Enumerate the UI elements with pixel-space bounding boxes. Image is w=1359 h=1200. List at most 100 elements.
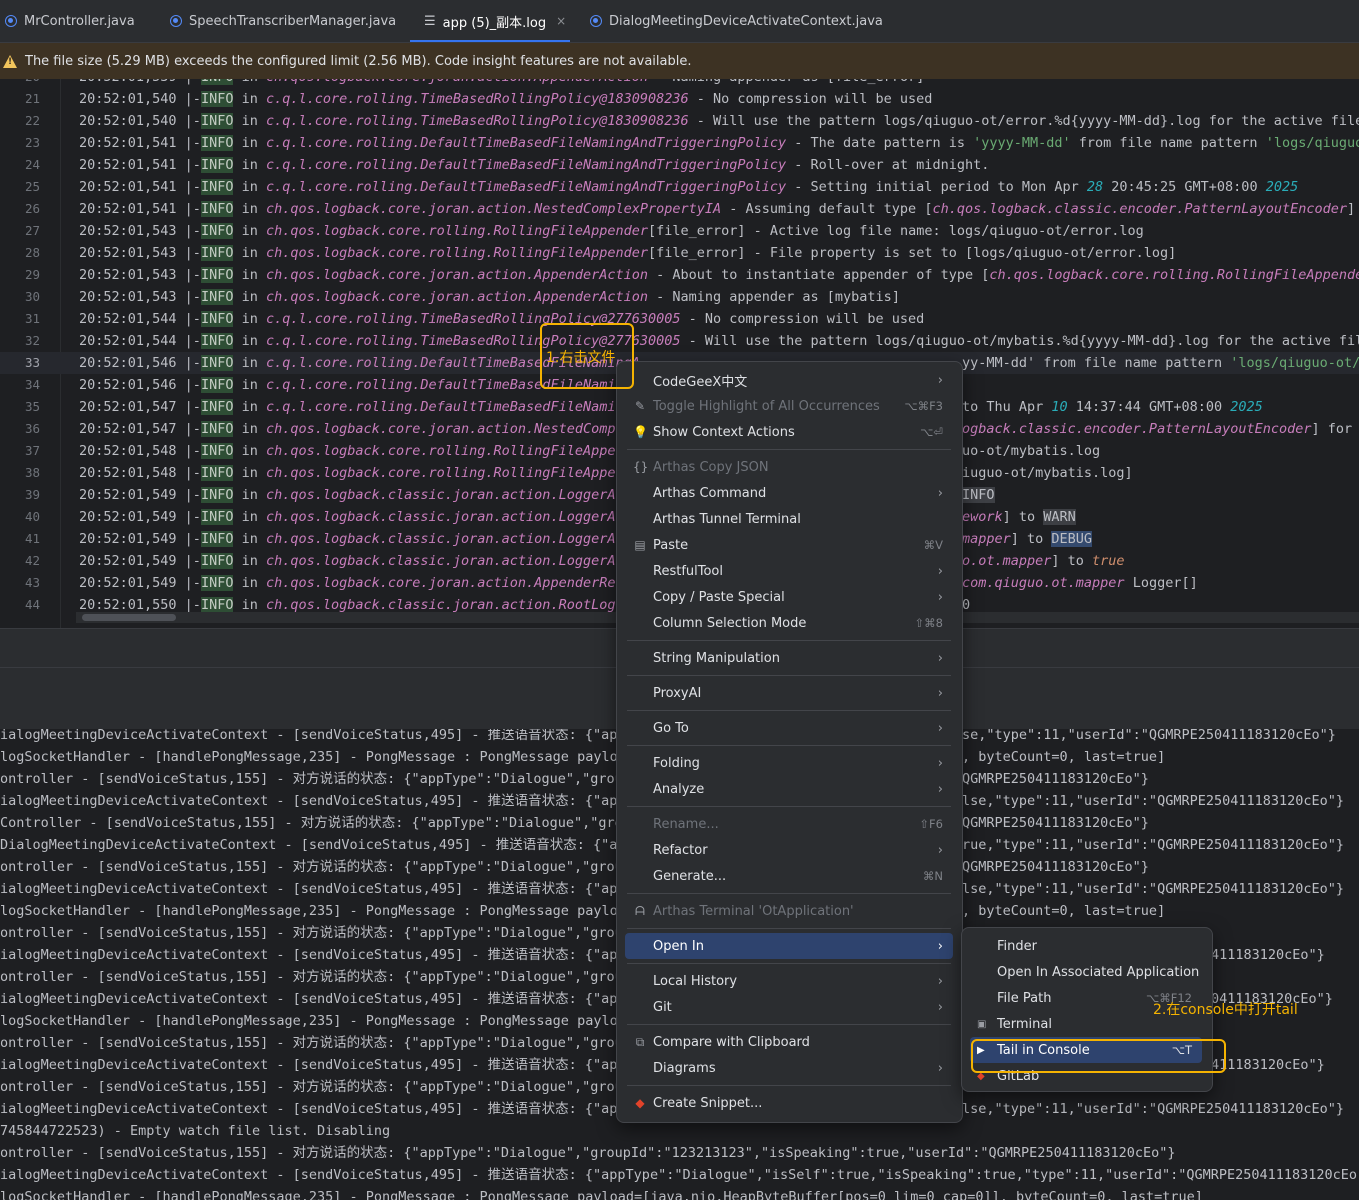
menu-item-arthas-command[interactable]: Arthas Command › <box>625 480 953 506</box>
line-code: 20:52:01,549 |-INFO in ch.qos.logback.co… <box>79 572 640 594</box>
log-separator: |- <box>176 91 201 107</box>
line-number: 28 <box>24 245 40 260</box>
console-text: ontroller - [sendVoiceStatus,155] - 对方说话… <box>0 1079 640 1095</box>
submenu-item-open-in-associated-application[interactable]: Open In Associated Application <box>970 959 1202 985</box>
log-timestamp: 20:52:01,541 <box>79 135 177 151</box>
line-code-tail: to Thu Apr 10 14:37:44 GMT+08:00 2025 <box>962 396 1263 418</box>
log-fragment: 'logs/qiuguo-ot/my <box>1230 355 1359 371</box>
editor-context-menu: CodeGeeX中文 › ✎ Toggle Highlight of All Occu… <box>616 361 963 1123</box>
log-string: 'logs/qiuguo-ot/er <box>1265 135 1359 151</box>
log-timestamp: 20:52:01,544 <box>79 333 177 349</box>
menu-item-codegeex[interactable]: CodeGeeX中文 › <box>625 367 953 393</box>
log-message: [file_error] - File property is set to [… <box>647 245 1177 261</box>
menu-item-shortcut: ⇧F6 <box>919 817 943 831</box>
line-code: 20:52:01,548 |-INFO in ch.qos.logback.co… <box>79 440 640 462</box>
log-level: INFO <box>200 399 234 415</box>
menu-item-refactor[interactable]: Refactor › <box>625 837 953 863</box>
log-message: - Naming appender as [mybatis] <box>647 289 900 305</box>
menu-item-git[interactable]: Git › <box>625 994 953 1020</box>
chevron-right-icon: › <box>937 685 943 701</box>
menu-item-paste[interactable]: ▤ Paste ⌘V <box>625 532 953 558</box>
console-text: Controller - [sendVoiceStatus,155] - 对方说… <box>0 815 640 831</box>
menu-item-proxyai[interactable]: ProxyAI › <box>625 680 953 706</box>
log-timestamp: 20:52:01,543 <box>79 289 177 305</box>
log-fragment: 14:37:44 GMT+08:00 <box>1067 399 1231 415</box>
menu-item-label: Column Selection Mode <box>653 615 807 631</box>
menu-item-generate[interactable]: Generate... ⌘N <box>625 863 953 889</box>
menu-separator <box>627 675 951 676</box>
horizontal-scrollbar-thumb[interactable] <box>82 614 176 621</box>
log-timestamp: 20:52:01,543 <box>79 223 177 239</box>
log-class-name: ch.qos.logback.core.joran.action.NestedC… <box>265 201 722 217</box>
log-separator: |- <box>176 157 201 173</box>
log-timestamp: 20:52:01,549 <box>79 509 177 525</box>
lightbulb-icon: 💡 <box>633 425 648 439</box>
line-code-tail: iuguo-ot/mybatis.log] <box>962 462 1133 484</box>
menu-item-string-manipulation[interactable]: String Manipulation › <box>625 645 953 671</box>
log-separator: |- <box>176 553 201 569</box>
console-text-tail: lse,"type":11,"userId":"QGMRPE2504111831… <box>962 1101 1345 1117</box>
menu-item-label: ProxyAI <box>653 685 702 701</box>
highlight-icon: ✎ <box>634 399 646 413</box>
log-separator: |- <box>176 421 201 437</box>
submenu-item-finder[interactable]: Finder <box>970 933 1202 959</box>
log-message: from file name pattern <box>1070 135 1266 151</box>
editor-line: 26 20:52:01,541 |-INFO in ch.qos.logback.… <box>0 198 1359 220</box>
menu-item-go-to[interactable]: Go To › <box>625 715 953 741</box>
line-code: 20:52:01,543 |-INFO in ch.qos.logback.co… <box>79 286 900 308</box>
menu-item-label: Arthas Tunnel Terminal <box>653 511 801 527</box>
log-class-name: ch.qos.logback.core.rolling.RollingFileA… <box>265 465 640 481</box>
tab-label: MrController.java <box>24 13 135 29</box>
menu-item-open-in[interactable]: Open In › <box>625 933 953 959</box>
line-number: 21 <box>24 91 40 106</box>
tab-app-log[interactable]: ☰ app (5)_副本.log × <box>410 0 570 42</box>
tab-speechtranscribermanager[interactable]: SpeechTranscriberManager.java <box>170 0 396 42</box>
log-separator: |- <box>176 289 201 305</box>
close-icon[interactable]: × <box>556 14 566 28</box>
log-separator: |- <box>176 135 201 151</box>
menu-item-column-selection-mode[interactable]: Column Selection Mode ⇧⌘8 <box>625 610 953 636</box>
json-braces-icon: {} <box>633 460 649 474</box>
log-class-name: ch.qos.logback.core.joran.action.NestedC… <box>265 421 640 437</box>
log-level: INFO <box>200 135 234 151</box>
menu-item-compare-with-clipboard[interactable]: ⧉ Compare with Clipboard <box>625 1029 953 1055</box>
menu-item-diagrams[interactable]: Diagrams › <box>625 1055 953 1081</box>
log-separator: |- <box>176 355 201 371</box>
console-text-tail: QGMRPE250411183120cEo"} <box>962 815 1149 831</box>
log-fragment: INFO <box>962 487 995 503</box>
clipboard-icon: ▤ <box>634 538 646 552</box>
line-code-tail: INFO <box>962 484 995 506</box>
log-class-name: ch.qos.logback.core.rolling.RollingFileA… <box>265 443 640 459</box>
line-number: 29 <box>24 267 40 282</box>
log-timestamp: 20:52:01,541 <box>79 179 177 195</box>
submenu-item-label: File Path <box>997 990 1052 1006</box>
log-level: INFO <box>200 465 234 481</box>
log-in-keyword: in <box>233 421 266 437</box>
menu-item-create-snippet[interactable]: ◆ Create Snippet... <box>625 1090 953 1116</box>
menu-item-show-context-actions[interactable]: 💡 Show Context Actions ⌥⏎ <box>625 419 953 445</box>
editor-line: 31 20:52:01,544 |-INFO in c.q.l.core.roll… <box>0 308 1359 330</box>
menu-item-local-history[interactable]: Local History › <box>625 968 953 994</box>
log-level: INFO <box>200 333 234 349</box>
menu-item-arthas-tunnel-terminal[interactable]: Arthas Tunnel Terminal <box>625 506 953 532</box>
tab-dialogmeetingdeviceactivatecontext[interactable]: DialogMeetingDeviceActivateContext.java <box>590 0 883 42</box>
log-level: INFO <box>200 267 234 283</box>
log-fragment: Logger[ <box>1124 575 1190 591</box>
line-code: 20:52:01,541 |-INFO in ch.qos.logback.co… <box>79 198 1359 220</box>
log-level: INFO <box>200 531 234 547</box>
log-level: INFO <box>200 113 234 129</box>
log-message: - Will use the pattern logs/qiuguo-ot/er… <box>688 113 1359 129</box>
menu-item-restfultool[interactable]: RestfulTool › <box>625 558 953 584</box>
log-class-name: ch.qos.logback.classic.joran.action.Root… <box>265 597 640 613</box>
line-number: 33 <box>24 355 40 370</box>
line-number: 27 <box>24 223 40 238</box>
log-fragment: ] to <box>1051 553 1093 569</box>
log-in-keyword: in <box>233 245 266 261</box>
log-in-keyword: in <box>233 333 266 349</box>
menu-item-folding[interactable]: Folding › <box>625 750 953 776</box>
line-number: 25 <box>24 179 40 194</box>
menu-separator <box>627 745 951 746</box>
tab-mrcontroller[interactable]: MrController.java <box>5 0 135 42</box>
menu-item-analyze[interactable]: Analyze › <box>625 776 953 802</box>
menu-item-copy-paste-special[interactable]: Copy / Paste Special › <box>625 584 953 610</box>
